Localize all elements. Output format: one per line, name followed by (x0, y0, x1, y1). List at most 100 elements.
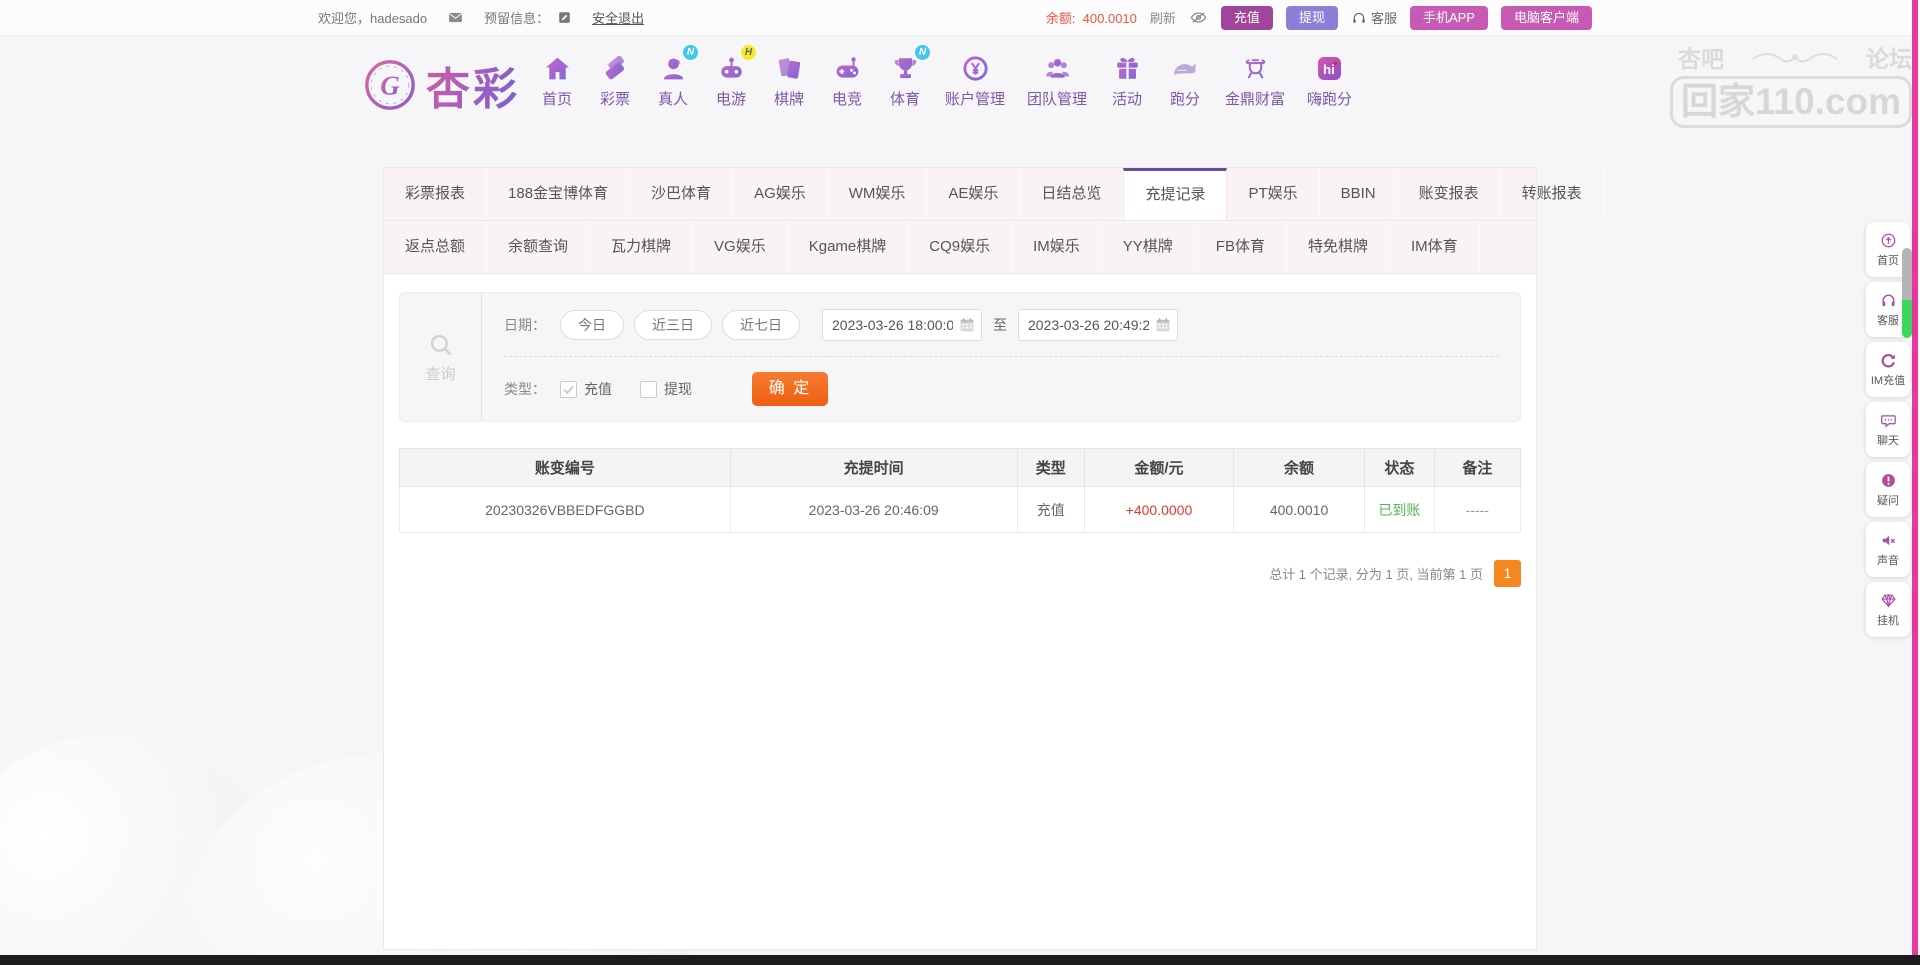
tab-item[interactable]: AE娱乐 (927, 168, 1020, 220)
nav-sports[interactable]: N 体育 (876, 51, 934, 109)
customer-service-link[interactable]: 客服 (1351, 8, 1397, 27)
eye-off-icon[interactable] (1189, 8, 1208, 27)
side-hangup[interactable]: 挂机 (1866, 582, 1910, 637)
tab-item[interactable]: 沙巴体育 (630, 168, 733, 220)
col-header: 充提时间 (730, 449, 1017, 487)
lottery-ticket-icon (597, 51, 633, 83)
col-header: 账变编号 (400, 449, 731, 487)
nav-home[interactable]: 首页 (528, 51, 586, 109)
records-table-wrap: 账变编号 充提时间 类型 金额/元 余额 状态 备注 20230326VBBED… (399, 448, 1521, 533)
tab-item[interactable]: YY棋牌 (1102, 221, 1195, 273)
message-envelope-icon[interactable] (447, 9, 464, 26)
tab-item[interactable]: BBIN (1320, 168, 1398, 220)
welcome-text: 欢迎您，hadesado (318, 8, 427, 27)
search-section[interactable]: 查询 (400, 293, 482, 421)
side-chat[interactable]: 聊天 (1866, 402, 1910, 457)
nav-team-management[interactable]: 团队管理 (1016, 51, 1098, 109)
calendar-icon[interactable] (958, 316, 976, 334)
edit-pencil-icon[interactable] (557, 10, 572, 25)
live-person-icon: N (655, 51, 691, 83)
nav-live[interactable]: N 真人 (644, 51, 702, 109)
cell-amount: +400.0000 (1084, 487, 1233, 533)
tab-recharge-withdraw-records-active[interactable]: 充提记录 (1123, 168, 1227, 220)
recharge-checkbox-checked[interactable] (560, 381, 577, 398)
records-table: 账变编号 充提时间 类型 金额/元 余额 状态 备注 20230326VBBED… (399, 448, 1521, 533)
tab-item[interactable]: PT娱乐 (1227, 168, 1319, 220)
new-badge: N (915, 45, 930, 60)
tab-item[interactable]: 日结总览 (1020, 168, 1123, 220)
withdraw-button[interactable]: 提现 (1286, 6, 1338, 30)
tab-item[interactable]: 余额查询 (487, 221, 590, 273)
nav-egame[interactable]: H 电游 (702, 51, 760, 109)
nav-activity[interactable]: 活动 (1098, 51, 1156, 109)
pagination-summary: 总计 1 个记录, 分为 1 页, 当前第 1 页 (1269, 564, 1483, 583)
quick-today-button[interactable]: 今日 (560, 310, 624, 340)
tab-item[interactable]: 特免棋牌 (1287, 221, 1390, 273)
nav-jinding-wealth[interactable]: 金鼎财富 (1214, 51, 1296, 109)
cell-type: 充值 (1017, 487, 1084, 533)
withdraw-checkbox-unchecked[interactable] (640, 381, 657, 398)
side-sound[interactable]: 声音 (1866, 522, 1910, 577)
cell-time: 2023-03-26 20:46:09 (730, 487, 1017, 533)
table-header-row: 账变编号 充提时间 类型 金额/元 余额 状态 备注 (400, 449, 1521, 487)
nav-account-management[interactable]: 账户管理 (934, 51, 1016, 109)
balance-value: 400.0010 (1083, 11, 1137, 26)
tab-item[interactable]: 转账报表 (1501, 168, 1604, 220)
confirm-button[interactable]: 确 定 (752, 372, 828, 406)
tab-item[interactable]: IM娱乐 (1012, 221, 1102, 273)
cell-record-id: 20230326VBBEDFGGBD (400, 487, 731, 533)
nav-lottery[interactable]: 彩票 (586, 51, 644, 109)
tab-item[interactable]: 彩票报表 (384, 168, 487, 220)
withdraw-checkbox-label[interactable]: 提现 (664, 379, 692, 399)
tab-item[interactable]: Kgame棋牌 (788, 221, 909, 273)
team-people-icon (1039, 51, 1075, 83)
chat-bubble-icon (1880, 412, 1897, 429)
hot-badge: H (741, 45, 756, 60)
quick-7days-button[interactable]: 近七日 (722, 310, 800, 340)
esports-controller-icon (829, 51, 865, 83)
recharge-checkbox-label[interactable]: 充值 (584, 379, 612, 399)
tab-item[interactable]: 188金宝博体育 (487, 168, 630, 220)
jinding-tripod-icon (1237, 51, 1273, 83)
quick-3days-button[interactable]: 近三日 (634, 310, 712, 340)
hi-paofen-icon: hi (1312, 51, 1348, 83)
tab-item[interactable]: 账变报表 (1398, 168, 1501, 220)
tab-item[interactable]: 返点总额 (384, 221, 487, 273)
egame-gamepad-icon: H (713, 51, 749, 83)
diamond-icon (1880, 592, 1897, 609)
bottom-dark-bar (0, 955, 1920, 965)
nav-boardgames[interactable]: 棋牌 (760, 51, 818, 109)
tabs-row-1: 彩票报表 188金宝博体育 沙巴体育 AG娱乐 WM娱乐 AE娱乐 日结总览 充… (384, 168, 1536, 221)
type-filter-row: 类型： 充值 提现 确 定 (504, 357, 1498, 421)
sports-trophy-icon: N (887, 51, 923, 83)
nav-hi-paofen[interactable]: hi 嗨跑分 (1296, 51, 1363, 109)
pc-client-button[interactable]: 电脑客户端 (1501, 6, 1592, 30)
mobile-app-button[interactable]: 手机APP (1410, 6, 1488, 30)
calendar-icon[interactable] (1154, 316, 1172, 334)
nav-esports[interactable]: 电竞 (818, 51, 876, 109)
recharge-button[interactable]: 充值 (1221, 6, 1273, 30)
exclamation-circle-icon (1880, 472, 1897, 489)
tab-item[interactable]: WM娱乐 (828, 168, 928, 220)
side-im-recharge[interactable]: IM充值 (1866, 342, 1910, 397)
service-label: 客服 (1371, 8, 1397, 27)
tab-item[interactable]: 瓦力棋牌 (590, 221, 693, 273)
new-badge: N (683, 45, 698, 60)
tab-item[interactable]: VG娱乐 (693, 221, 788, 273)
refresh-link[interactable]: 刷新 (1150, 8, 1176, 27)
side-question[interactable]: 疑问 (1866, 462, 1910, 517)
page-1-button[interactable]: 1 (1494, 560, 1521, 587)
date-to-wrap (1018, 309, 1178, 341)
tab-item[interactable]: CQ9娱乐 (908, 221, 1012, 273)
brand-logo[interactable]: G 杏彩 (363, 53, 520, 117)
scrollbar-thumb[interactable] (1902, 248, 1912, 302)
tab-item[interactable]: FB体育 (1195, 221, 1287, 273)
logout-link[interactable]: 安全退出 (592, 8, 644, 27)
nav-paofen[interactable]: 跑分 (1156, 51, 1214, 109)
reserved-info-label: 预留信息： (484, 8, 549, 27)
tab-item[interactable]: IM体育 (1390, 221, 1480, 273)
tabs-row-2: 返点总额 余额查询 瓦力棋牌 VG娱乐 Kgame棋牌 CQ9娱乐 IM娱乐 Y… (384, 221, 1536, 274)
pagination: 总计 1 个记录, 分为 1 页, 当前第 1 页 1 (399, 560, 1521, 587)
scrollbar-green-indicator (1902, 300, 1912, 338)
tab-item[interactable]: AG娱乐 (733, 168, 828, 220)
